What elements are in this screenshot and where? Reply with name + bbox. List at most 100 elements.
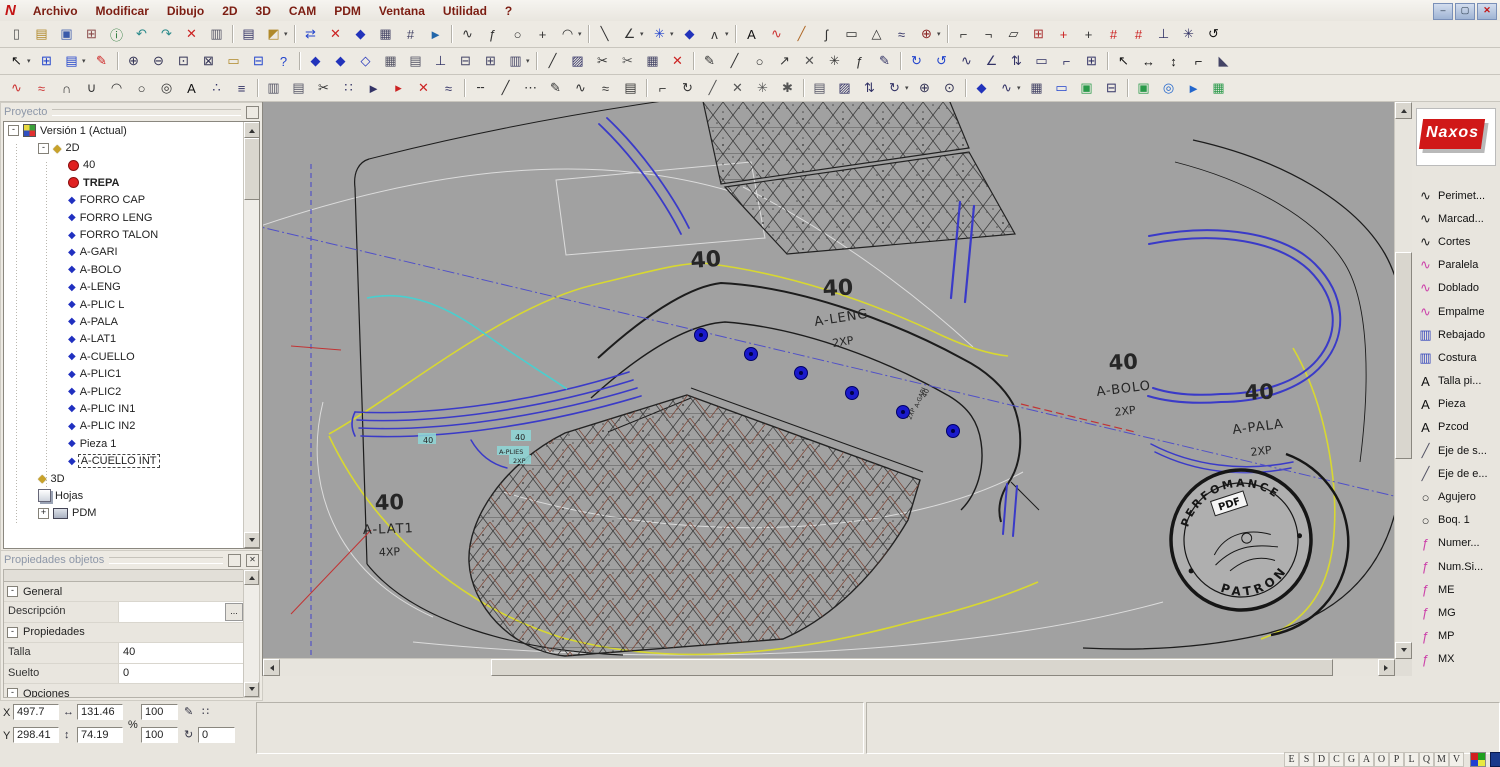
tool-pzcod[interactable]: A Pzcod [1412,416,1500,439]
diamond-next-icon[interactable]: ◆ [328,49,353,73]
menu-modificar[interactable]: Modificar [87,2,158,20]
vscroll-thumb[interactable] [1395,252,1412,459]
slash-line-icon[interactable]: ╱ [493,76,518,100]
hscroll-thumb[interactable] [491,659,1333,676]
tree-item-a-plic1[interactable]: ◆ A-PLIC1 [4,365,259,382]
tree-item-a-bolo[interactable]: ◆ A-BOLO [4,261,259,278]
arch-down-icon[interactable]: ∪ [79,76,104,100]
layers-icon[interactable]: ▤ [236,22,261,46]
edit-icon[interactable]: ✎ [184,705,193,718]
pen-icon[interactable]: ╱ [789,22,814,46]
tree-item-a-lat1[interactable]: ◆ A-LAT1 [4,331,259,348]
rotation-field[interactable]: 0 [198,727,235,743]
hash-red2-icon[interactable]: # [1126,22,1151,46]
undo-icon[interactable]: ↶ [129,22,154,46]
scroll-thumb[interactable] [244,138,259,200]
palette-icon[interactable]: ▦ [1206,76,1231,100]
tool-num-si[interactable]: ƒ Num.Si... [1412,555,1500,578]
monitor-icon[interactable]: ▭ [1049,76,1074,100]
printer3-icon[interactable]: ⊟ [1099,76,1124,100]
scroll-up-icon[interactable] [244,570,259,585]
tool-talla-pi[interactable]: A Talla pi... [1412,370,1500,393]
corner-tr-icon[interactable]: ¬ [976,22,1001,46]
anchor-top-icon[interactable]: ⊥ [428,49,453,73]
select-pointer-dropdown-icon[interactable]: ▾ [27,57,34,65]
tool-mg[interactable]: ƒ MG [1412,601,1500,624]
rotate-obj-icon[interactable]: ↻ [675,76,700,100]
line-seg-icon[interactable]: ╱ [722,49,747,73]
star-node-dropdown-icon[interactable]: ▾ [670,30,677,38]
tool-rebajado[interactable]: ▥ Rebajado [1412,323,1500,346]
copy-piece-icon[interactable]: ▥ [261,76,286,100]
close-panel-icon[interactable]: ✕ [246,553,259,567]
minimize-button[interactable]: – [1433,3,1453,20]
corner-tool-icon[interactable]: ⌐ [650,76,675,100]
hatch2-icon[interactable]: ▨ [832,76,857,100]
expand-toggle-icon[interactable]: - [38,142,49,154]
pointer-nw-icon[interactable]: ↖ [1111,49,1136,73]
mode-letter-s[interactable]: S [1299,752,1314,767]
drop-node-dropdown-icon[interactable]: ▾ [937,30,944,38]
cut-piece-icon[interactable]: ✂ [311,76,336,100]
tree-item-a-pala[interactable]: ◆ A-PALA [4,313,259,330]
mode-letter-d[interactable]: D [1314,752,1329,767]
circle-center-icon[interactable]: ◎ [154,76,179,100]
maximize-button[interactable]: ▢ [1455,3,1475,20]
properties-scrollbar[interactable] [243,569,260,698]
corner-tl-icon[interactable]: ⌐ [951,22,976,46]
mode-letter-q[interactable]: Q [1419,752,1434,767]
sort-icon[interactable]: ⇅ [857,76,882,100]
tree-item-a-plic-l[interactable]: ◆ A-PLIC L [4,296,259,313]
collapse-section-icon[interactable]: - [7,688,18,697]
menu-cam[interactable]: CAM [280,2,325,20]
tool-eje-de-e[interactable]: ╱ Eje de e... [1412,462,1500,485]
notebook-icon[interactable]: ▤ [403,49,428,73]
polyline-icon[interactable]: ∠ [617,22,642,46]
canvas-hscrollbar[interactable] [263,658,1395,676]
property-value-field[interactable]: 40 [119,643,244,663]
wave-line-icon[interactable]: ≈ [593,76,618,100]
delete-red-icon[interactable]: ✕ [323,22,348,46]
rotate-ccw-blue-icon[interactable]: ↺ [929,49,954,73]
list-views-dropdown-icon[interactable]: ▾ [82,57,89,65]
color-mode-icon[interactable] [1470,752,1486,767]
curve-red-a-icon[interactable]: ∿ [4,76,29,100]
dash-line-icon[interactable]: ╌ [468,76,493,100]
rotate-cw-icon[interactable]: ↻ [882,76,907,100]
tool-mp[interactable]: ƒ MP [1412,625,1500,648]
flip-v-icon[interactable]: ⇅ [1004,49,1029,73]
wave-tool-dropdown-icon[interactable]: ▾ [1017,84,1024,92]
angle-icon[interactable]: ∠ [979,49,1004,73]
scroll-up-icon[interactable] [244,122,259,138]
image-icon[interactable]: ▣ [1074,76,1099,100]
mode-letter-o[interactable]: O [1374,752,1389,767]
menu-2d[interactable]: 2D [213,2,246,20]
dots-triangle-icon[interactable]: ∴ [204,76,229,100]
mode-letter-e[interactable]: E [1284,752,1299,767]
wave-small-icon[interactable]: ∿ [954,49,979,73]
redo-icon[interactable]: ↷ [154,22,179,46]
x-mark-icon[interactable]: ✕ [411,76,436,100]
close-button[interactable]: ✕ [1477,3,1497,20]
curve-red-b-icon[interactable]: ≈ [29,76,54,100]
tree-item-pdm[interactable]: + PDM [4,505,259,522]
corner-resize-icon[interactable]: ⌐ [1186,49,1211,73]
zoom-table-icon[interactable]: # [398,22,423,46]
save-icon[interactable]: ▣ [54,22,79,46]
zoom-extents-icon[interactable]: ⊠ [196,49,221,73]
table-cut-icon[interactable]: ▦ [640,49,665,73]
image-green-icon[interactable]: ▣ [1131,76,1156,100]
row-remove-icon[interactable]: ⊟ [453,49,478,73]
dotted-line-icon[interactable]: ⋯ [518,76,543,100]
arch-up-icon[interactable]: ∩ [54,76,79,100]
tree-item-a-plic2[interactable]: ◆ A-PLIC2 [4,383,259,400]
collapse-section-icon[interactable]: - [7,586,18,598]
tool-perimet[interactable]: ∿ Perimet... [1412,184,1500,207]
canvas-vscrollbar[interactable] [1394,102,1412,659]
arc-icon[interactable]: ◠ [555,22,580,46]
scale-x-field[interactable]: 100 [141,704,178,720]
polyline-dropdown-icon[interactable]: ▾ [640,30,647,38]
scale-y-field[interactable]: 100 [141,727,178,743]
tree-item-hojas[interactable]: Hojas [4,487,259,504]
tool-costura[interactable]: ▥ Costura [1412,346,1500,369]
